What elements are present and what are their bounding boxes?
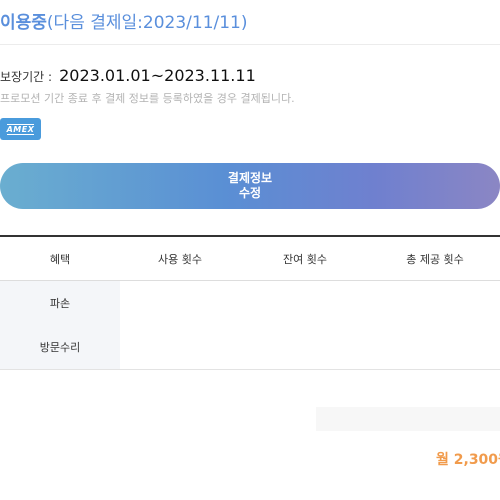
subscription-status-title: 이용중(다음 결제일:2023/11/11) <box>0 8 248 33</box>
next-payment-date: (다음 결제일:2023/11/11) <box>46 13 248 33</box>
header-total-count: 총 제공 횟수 <box>406 252 464 266</box>
edit-button-line2: 수정 <box>238 186 262 200</box>
table-row: 방문수리 <box>0 325 500 369</box>
coverage-label: 보장기간 : <box>0 70 53 84</box>
status-label: 이용중 <box>0 13 47 33</box>
coverage-period: 보장기간 : 2023.01.01~2023.11.11 <box>0 66 256 85</box>
edit-button-line1: 결제정보 <box>227 171 273 185</box>
header-used-count: 사용 횟수 <box>158 252 202 266</box>
summary-box <box>316 407 500 431</box>
amex-card-icon: AMEX <box>0 118 41 140</box>
divider <box>0 44 500 45</box>
table-header: 혜택 사용 횟수 잔여 횟수 총 제공 횟수 <box>0 235 500 281</box>
header-benefit: 혜택 <box>49 252 71 266</box>
coverage-value: 2023.01.01~2023.11.11 <box>59 66 256 85</box>
card-brand-label: AMEX <box>6 123 35 135</box>
benefit-name: 파손 <box>0 281 120 325</box>
monthly-price: 월 2,300원 <box>436 452 500 468</box>
promo-note: 프로모션 기간 종료 후 결제 정보를 등록하였을 경우 결제됩니다. <box>0 92 295 105</box>
table-row: 파손 <box>0 281 500 325</box>
benefit-table: 혜택 사용 횟수 잔여 횟수 총 제공 횟수 파손 방문수리 <box>0 235 500 370</box>
header-remaining-count: 잔여 횟수 <box>283 252 327 266</box>
benefit-name: 방문수리 <box>0 325 120 369</box>
edit-payment-info-button[interactable]: 결제정보 수정 <box>0 163 500 209</box>
